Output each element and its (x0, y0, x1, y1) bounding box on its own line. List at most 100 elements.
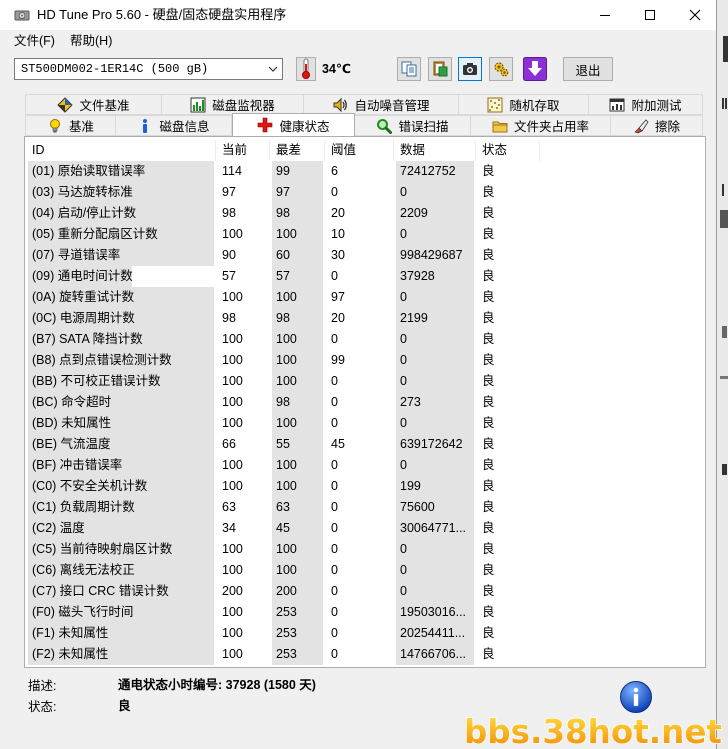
title-bar[interactable]: HD Tune Pro 5.60 - 硬盘/固态硬盘实用程序 (0, 0, 716, 30)
cell-current: 100 (216, 455, 270, 476)
cell-worst: 100 (270, 350, 325, 371)
cell-id: (C1) 负载周期计数 (26, 497, 216, 518)
smart-row[interactable]: (C1) 负载周期计数 63 63 0 75600 良 (26, 497, 704, 518)
smart-row[interactable]: (C6) 离线无法校正 100 100 0 0 良 (26, 560, 704, 581)
cell-worst: 60 (270, 245, 325, 266)
cell-id: (BD) 未知属性 (26, 413, 216, 434)
col-header-id[interactable]: ID (26, 140, 216, 161)
smart-row[interactable]: (03) 马达旋转标准 97 97 0 0 良 (26, 182, 704, 203)
temperature-button[interactable] (296, 57, 316, 81)
smart-row[interactable]: (C7) 接口 CRC 错误计数 200 200 0 0 良 (26, 581, 704, 602)
tab-error-scan[interactable]: 错误扫描 (355, 115, 471, 136)
smart-row[interactable]: (05) 重新分配扇区计数 100 100 10 0 良 (26, 224, 704, 245)
cell-data: 30064771... (394, 518, 476, 539)
tab-extra-tests[interactable]: 附加测试 (589, 94, 703, 115)
cell-status: 良 (476, 245, 540, 266)
cell-worst: 253 (270, 623, 325, 644)
smart-row[interactable]: (F0) 磁头飞行时间 100 253 0 19503016... 良 (26, 602, 704, 623)
smart-row[interactable]: (B8) 点到点错误检测计数 100 100 99 0 良 (26, 350, 704, 371)
cell-data: 639172642 (394, 434, 476, 455)
col-header-status[interactable]: 状态 (476, 140, 540, 161)
cell-worst: 100 (270, 224, 325, 245)
menu-help[interactable]: 帮助(H) (70, 33, 112, 49)
cell-threshold: 45 (325, 434, 394, 455)
col-header-current[interactable]: 当前 (216, 140, 270, 161)
cell-threshold: 20 (325, 203, 394, 224)
smart-row[interactable]: (0A) 旋转重试计数 100 100 97 0 良 (26, 287, 704, 308)
smart-row[interactable]: (C5) 当前待映射扇区计数 100 100 0 0 良 (26, 539, 704, 560)
cell-filler (540, 434, 704, 455)
smart-row[interactable]: (BF) 冲击错误率 100 100 0 0 良 (26, 455, 704, 476)
smart-row[interactable]: (BD) 未知属性 100 100 0 0 良 (26, 413, 704, 434)
cell-status: 良 (476, 182, 540, 203)
tab-benchmark[interactable]: 基准 (25, 115, 116, 136)
save-button[interactable] (523, 57, 547, 81)
cell-worst: 100 (270, 560, 325, 581)
info-button[interactable] (619, 680, 653, 714)
tab-folder-usage[interactable]: 文件夹占用率 (471, 115, 611, 136)
cell-filler (540, 560, 704, 581)
cell-data: 20254411... (394, 623, 476, 644)
smart-row[interactable]: (09) 通电时间计数 57 57 0 37928 良 (26, 266, 704, 287)
menu-file[interactable]: 文件(F) (14, 33, 55, 49)
cell-threshold: 0 (325, 182, 394, 203)
cell-threshold: 6 (325, 161, 394, 182)
cell-status: 良 (476, 644, 540, 665)
smart-row[interactable]: (F1) 未知属性 100 253 0 20254411... 良 (26, 623, 704, 644)
smart-row[interactable]: (BC) 命令超时 100 98 0 273 良 (26, 392, 704, 413)
cell-status: 良 (476, 623, 540, 644)
cell-filler (540, 245, 704, 266)
options-button[interactable] (489, 57, 513, 81)
cell-threshold: 0 (325, 644, 394, 665)
window-title: HD Tune Pro 5.60 - 硬盘/固态硬盘实用程序 (37, 7, 287, 22)
cell-current: 100 (216, 224, 270, 245)
tab-noise-management[interactable]: 自动噪音管理 (304, 94, 459, 115)
red-cross-icon (257, 117, 273, 133)
cell-filler (540, 350, 704, 371)
screenshot-button[interactable] (458, 57, 482, 81)
smart-row[interactable]: (C2) 温度 34 45 0 30064771... 良 (26, 518, 704, 539)
cell-id: (BE) 气流温度 (26, 434, 216, 455)
col-header-worst[interactable]: 最差 (270, 140, 325, 161)
copy-text-icon (401, 61, 417, 77)
cell-worst: 97 (270, 182, 325, 203)
cell-status: 良 (476, 581, 540, 602)
tab-random-access[interactable]: 随机存取 (459, 94, 589, 115)
close-button[interactable] (673, 0, 717, 30)
tab-disk-monitor[interactable]: 磁盘监视器 (162, 94, 304, 115)
copy-info-button[interactable] (428, 57, 452, 81)
minimize-button[interactable] (583, 0, 627, 30)
maximize-button[interactable] (628, 0, 672, 30)
screenshot-icon (463, 63, 477, 75)
smart-row[interactable]: (C0) 不安全关机计数 100 100 0 199 良 (26, 476, 704, 497)
smart-row[interactable]: (07) 寻道错误率 90 60 30 998429687 良 (26, 245, 704, 266)
smart-row[interactable]: (0C) 电源周期计数 98 98 20 2199 良 (26, 308, 704, 329)
description-value: 通电状态小时编号: 37928 (1580 天) (118, 678, 316, 692)
extra-tests-icon (609, 97, 625, 113)
copy-text-button[interactable] (397, 57, 421, 81)
cell-filler (540, 413, 704, 434)
cell-current: 100 (216, 623, 270, 644)
drive-select[interactable]: ST500DM002-1ER14C (500 gB) (14, 58, 283, 80)
tab-file-benchmark[interactable]: 文件基准 (25, 94, 162, 115)
smart-row[interactable]: (BB) 不可校正错误计数 100 100 0 0 良 (26, 371, 704, 392)
tab-erase[interactable]: 擦除 (611, 115, 703, 136)
exit-button[interactable]: 退出 (563, 57, 613, 81)
cell-current: 98 (216, 203, 270, 224)
col-header-data[interactable]: 数据 (394, 140, 476, 161)
smart-row[interactable]: (BE) 气流温度 66 55 45 639172642 良 (26, 434, 704, 455)
tab-health[interactable]: 健康状态 (232, 113, 355, 136)
smart-row[interactable]: (B7) SATA 降挡计数 100 100 0 0 良 (26, 329, 704, 350)
smart-row[interactable]: (F2) 未知属性 100 253 0 14766706... 良 (26, 644, 704, 665)
cell-status: 良 (476, 392, 540, 413)
cell-filler (540, 518, 704, 539)
col-header-threshold[interactable]: 阈值 (325, 140, 394, 161)
cell-current: 100 (216, 644, 270, 665)
cell-worst: 100 (270, 539, 325, 560)
smart-table-body: (01) 原始读取错误率 114 99 6 72412752 良 (03) 马达旋转标准 97… (26, 161, 704, 665)
smart-row[interactable]: (01) 原始读取错误率 114 99 6 72412752 良 (26, 161, 704, 182)
cell-threshold: 97 (325, 287, 394, 308)
tab-disk-info[interactable]: 磁盘信息 (116, 115, 232, 136)
smart-row[interactable]: (04) 启动/停止计数 98 98 20 2209 良 (26, 203, 704, 224)
cell-filler (540, 623, 704, 644)
